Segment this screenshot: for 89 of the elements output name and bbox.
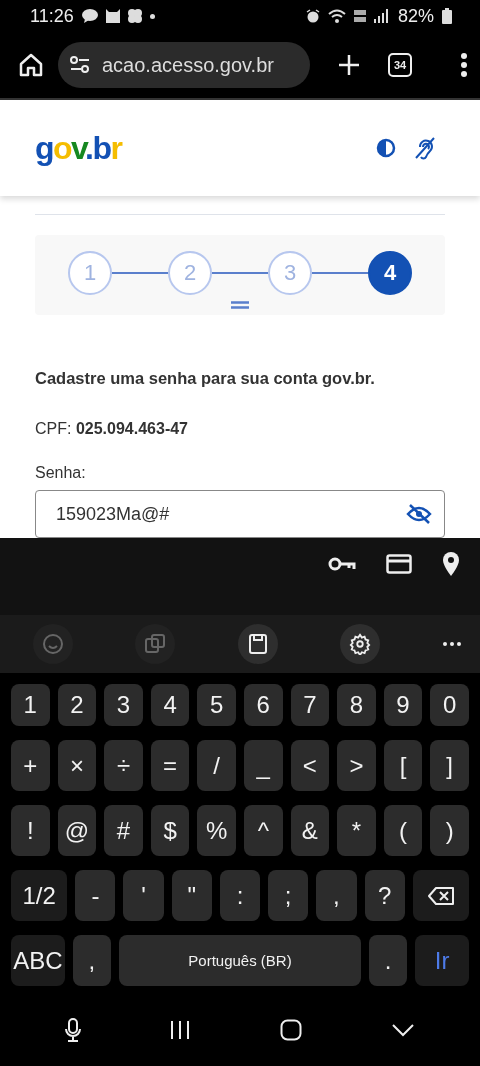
- password-value: 159023Ma@#: [56, 503, 170, 525]
- password-label: Senha:: [35, 464, 87, 482]
- mode-key[interactable]: ABC: [11, 935, 65, 986]
- more-button[interactable]: [442, 641, 462, 647]
- recent-apps-icon[interactable]: [170, 1020, 191, 1040]
- alarm-icon: [305, 9, 320, 23]
- clover-icon: [127, 9, 142, 23]
- key[interactable]: (: [383, 805, 423, 856]
- key[interactable]: 2: [57, 684, 97, 726]
- key[interactable]: @: [57, 805, 97, 856]
- home-icon[interactable]: [18, 52, 44, 78]
- key[interactable]: *: [337, 805, 376, 856]
- key[interactable]: !: [11, 805, 50, 856]
- signal-icon: [373, 9, 390, 23]
- key[interactable]: <: [290, 740, 330, 791]
- translate-icon: [144, 633, 167, 655]
- logo[interactable]: gov.br: [35, 129, 122, 167]
- url-text: acao.acesso.gov.br: [102, 53, 274, 77]
- microphone-icon[interactable]: [64, 1018, 81, 1042]
- key[interactable]: -: [75, 870, 116, 921]
- backspace-icon: [426, 885, 455, 906]
- key[interactable]: ^: [243, 805, 283, 856]
- space-key[interactable]: Português (BR): [119, 935, 361, 986]
- tab-count[interactable]: 34: [388, 53, 412, 77]
- battery-icon: [442, 8, 452, 24]
- key[interactable]: =: [150, 740, 190, 791]
- key[interactable]: >: [337, 740, 376, 791]
- plus-icon[interactable]: [338, 54, 360, 76]
- mode-key[interactable]: 1/2: [11, 870, 68, 921]
- key[interactable]: .: [368, 935, 408, 986]
- key[interactable]: 3: [104, 684, 143, 726]
- key[interactable]: ,: [72, 935, 112, 986]
- settings-button[interactable]: [339, 624, 380, 664]
- wifi-icon: [327, 9, 346, 23]
- go-key[interactable]: Ir: [415, 935, 469, 986]
- backspace-key[interactable]: [412, 870, 469, 921]
- menu-icon[interactable]: [460, 53, 468, 77]
- eye-slash-icon[interactable]: [406, 504, 432, 524]
- key[interactable]: +: [11, 740, 50, 791]
- battery-percent: 82%: [397, 5, 434, 27]
- key[interactable]: ": [171, 870, 212, 921]
- key[interactable]: %: [197, 805, 236, 856]
- smiley-icon: [42, 633, 64, 655]
- location-pin-icon[interactable]: [442, 550, 460, 577]
- key[interactable]: $: [150, 805, 190, 856]
- contrast-icon[interactable]: [376, 138, 396, 158]
- instruction-text: Cadastre uma senha para sua conta gov.br.: [35, 369, 376, 388]
- key[interactable]: 1: [11, 684, 50, 726]
- key[interactable]: [: [383, 740, 423, 791]
- key[interactable]: 7: [290, 684, 330, 726]
- more-icon: [442, 641, 462, 647]
- key[interactable]: 5: [197, 684, 236, 726]
- chat-bubble-icon: [81, 9, 98, 23]
- key[interactable]: ×: [57, 740, 97, 791]
- key[interactable]: :: [219, 870, 261, 921]
- step[interactable]: 4: [368, 251, 412, 295]
- key[interactable]: 6: [243, 684, 283, 726]
- dot-icon: [149, 13, 155, 19]
- key[interactable]: ;: [268, 870, 309, 921]
- volte-icon: [353, 9, 366, 23]
- key[interactable]: ?: [364, 870, 405, 921]
- key[interactable]: 4: [150, 684, 190, 726]
- cpf-text: CPF: 025.094.463-47: [35, 420, 189, 438]
- clipboard-icon: [247, 633, 268, 655]
- key[interactable]: 9: [383, 684, 423, 726]
- key[interactable]: ]: [430, 740, 469, 791]
- key[interactable]: /: [197, 740, 236, 791]
- drag-handle-icon: [231, 301, 249, 309]
- key[interactable]: _: [243, 740, 283, 791]
- settings-icon: [348, 633, 371, 655]
- key[interactable]: &: [290, 805, 330, 856]
- home-button-icon[interactable]: [279, 1019, 302, 1041]
- key[interactable]: 0: [430, 684, 469, 726]
- key-icon[interactable]: [328, 555, 356, 572]
- cat-icon: [105, 9, 120, 23]
- key[interactable]: 8: [337, 684, 376, 726]
- key[interactable]: #: [104, 805, 143, 856]
- card-icon[interactable]: [386, 553, 412, 574]
- address-bar[interactable]: acao.acesso.gov.br: [58, 42, 310, 88]
- clock: 11:26: [30, 5, 74, 27]
- clipboard-button[interactable]: [237, 624, 278, 664]
- chevron-down-icon[interactable]: [391, 1023, 416, 1037]
- key[interactable]: ,: [316, 870, 357, 921]
- key[interactable]: ': [123, 870, 164, 921]
- password-field[interactable]: 159023Ma@#: [35, 490, 445, 538]
- site-settings-icon[interactable]: [70, 56, 90, 74]
- hearing-icon[interactable]: [414, 136, 436, 160]
- key[interactable]: ÷: [104, 740, 143, 791]
- key[interactable]: ): [430, 805, 469, 856]
